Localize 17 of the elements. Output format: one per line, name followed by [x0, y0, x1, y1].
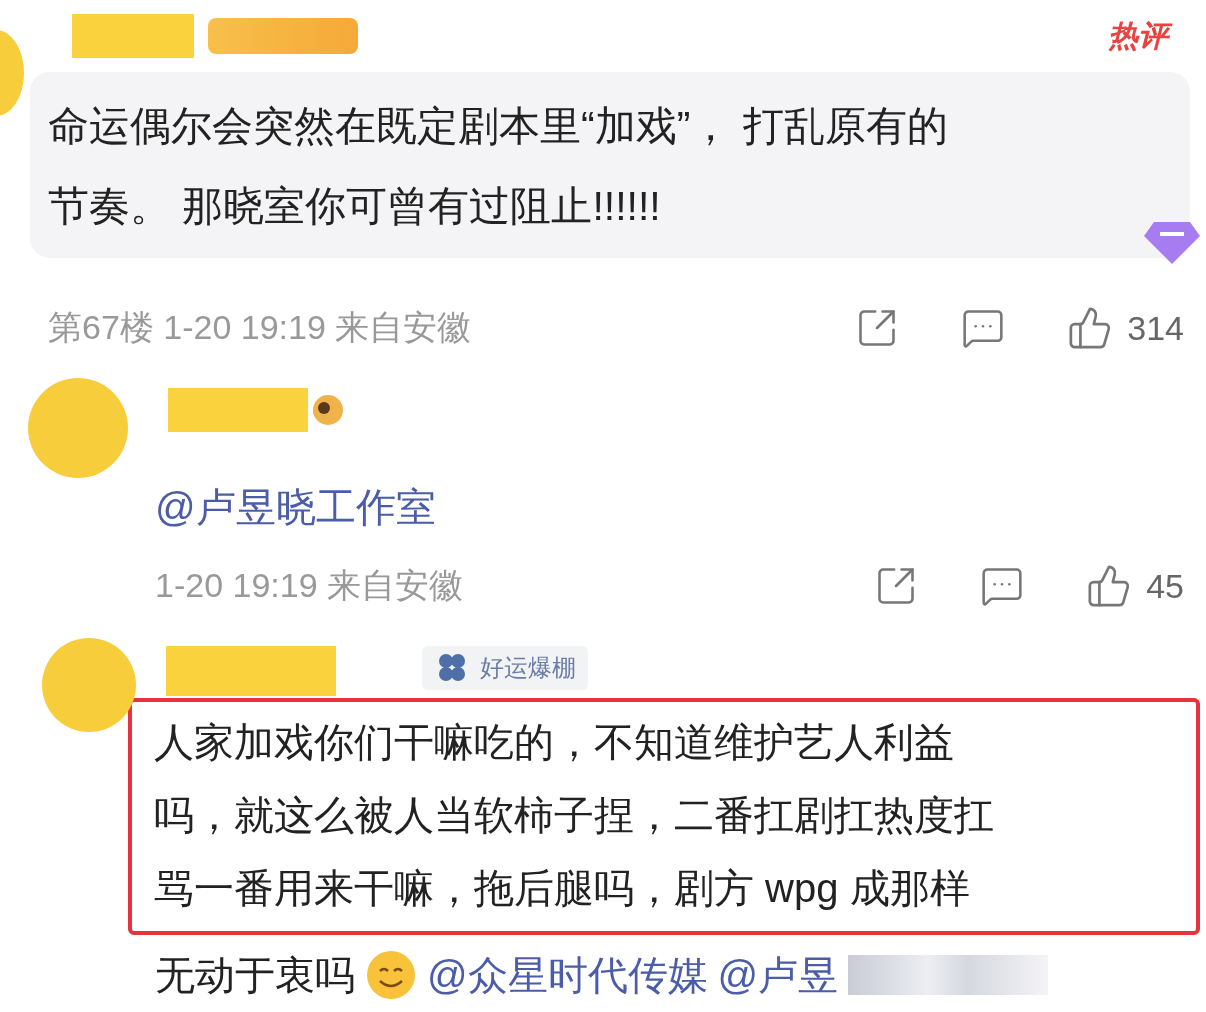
- badge-icon: [208, 18, 358, 54]
- comment-text: 吗，就这么被人当软柿子捏，二番扛剧扛热度扛: [154, 792, 995, 839]
- like-count: 314: [1127, 308, 1184, 348]
- badge-label: 好运爆棚: [480, 653, 576, 683]
- comment-meta: 第67楼 1-20 19:19 来自安徽: [48, 307, 472, 348]
- mention-link[interactable]: @卢昱: [717, 947, 839, 1003]
- like-count: 45: [1146, 566, 1184, 606]
- comment-text: 人家加戏你们干嘛吃的，不知道维护艺人利益: [154, 719, 955, 766]
- mention-link[interactable]: @卢昱晓工作室: [155, 479, 436, 535]
- mention-link[interactable]: @众星时代传媒: [427, 947, 708, 1003]
- comment-text: 节奏。 那晓室你可曾有过阻止!!!!!!: [48, 182, 662, 231]
- comment-text: 无动于衷吗: [155, 951, 355, 999]
- hot-tag: 热评: [1104, 16, 1176, 56]
- comment-meta: 1-20 19:19 来自安徽: [155, 565, 464, 606]
- comment-text: 骂一番用来干嘛，拖后腿吗，剧方 wpg 成那样: [154, 865, 971, 912]
- smiley-icon: [365, 949, 417, 1001]
- comment-text: 命运偶尔会突然在既定剧本里“加戏”， 打乱原有的: [48, 102, 949, 151]
